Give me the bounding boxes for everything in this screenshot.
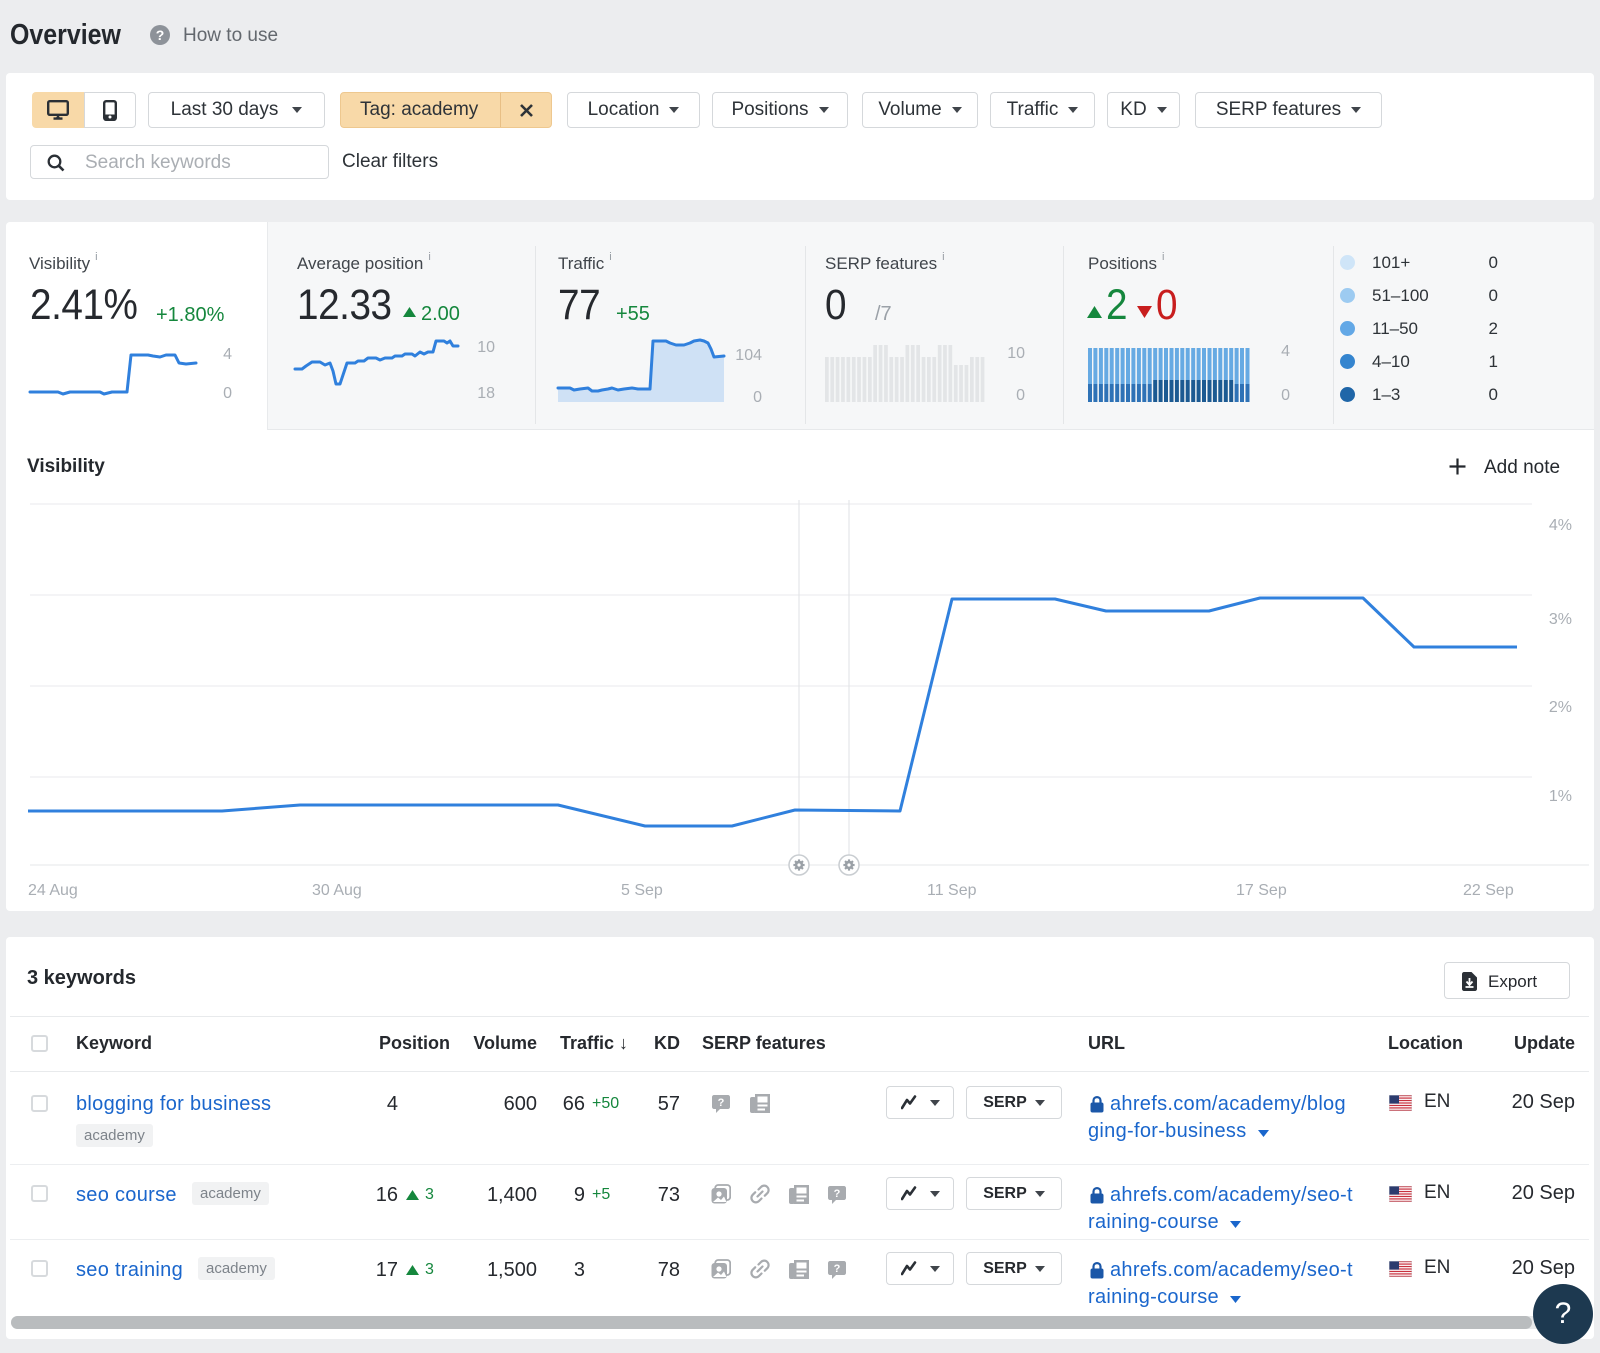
svg-text:?: ? <box>834 1188 841 1200</box>
svg-text:?: ? <box>718 1097 725 1109</box>
svg-text:?: ? <box>834 1263 841 1275</box>
